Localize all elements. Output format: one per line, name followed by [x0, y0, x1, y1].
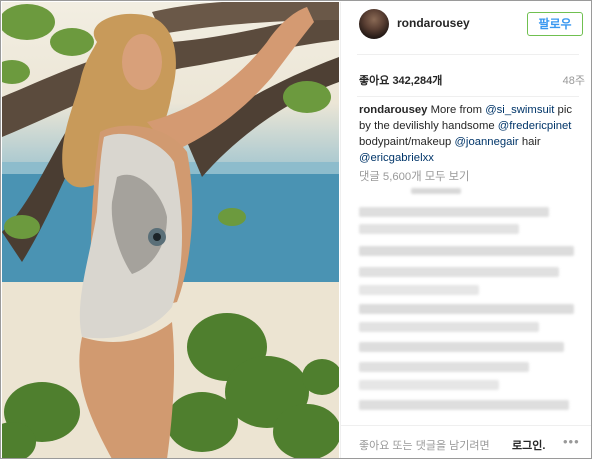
blurred-comment	[359, 246, 574, 256]
avatar[interactable]	[359, 9, 389, 39]
likes-divider	[357, 96, 579, 97]
login-link[interactable]: 로그인.	[512, 437, 545, 453]
post-caption: rondarousey More from @si_swimsuit pic b…	[359, 102, 585, 166]
mention-link[interactable]: @ericgabrielxx	[359, 152, 434, 164]
mention-link[interactable]: @si_swimsuit	[485, 104, 554, 116]
caption-text: hair	[518, 136, 541, 148]
likes-count: 342,284개	[392, 75, 443, 87]
view-all-comments-link[interactable]: 댓글 5,600개 모두 보기	[359, 168, 469, 184]
post-photo-illustration	[2, 2, 339, 458]
caption-username[interactable]: rondarousey	[359, 104, 427, 116]
post-header: rondarousey 팔로우	[341, 2, 591, 46]
caption-text: More from	[427, 104, 486, 116]
post-details-panel: rondarousey 팔로우 좋아요 342,284개 48주 rondaro…	[340, 2, 591, 458]
likes-summary[interactable]: 좋아요 342,284개	[359, 72, 442, 88]
mention-link[interactable]: @fredericpinet	[498, 120, 572, 132]
header-divider	[357, 54, 579, 55]
blurred-comment	[411, 188, 461, 194]
instagram-post: rondarousey 팔로우 좋아요 342,284개 48주 rondaro…	[0, 0, 592, 459]
swimsuit-eye-pupil	[153, 233, 161, 241]
blurred-comment	[359, 267, 559, 277]
blurred-comment	[359, 342, 564, 352]
blurred-comment	[359, 285, 479, 295]
blurred-comment	[359, 322, 539, 332]
header-username[interactable]: rondarousey	[397, 16, 470, 30]
follow-button[interactable]: 팔로우	[527, 12, 583, 36]
post-footer: 좋아요 또는 댓글을 남기려면 로그인. •••	[341, 425, 591, 458]
post-photo[interactable]	[2, 2, 339, 458]
login-prompt: 좋아요 또는 댓글을 남기려면	[359, 440, 490, 452]
blurred-comment	[359, 207, 549, 217]
caption-text: bodypaint/makeup	[359, 136, 455, 148]
blurred-comment	[359, 224, 519, 234]
likes-label: 좋아요	[359, 75, 390, 87]
mention-link[interactable]: @joannegair	[454, 136, 518, 148]
figure-face	[122, 34, 162, 90]
blurred-comment	[359, 304, 574, 314]
blurred-comment	[359, 400, 569, 410]
post-timestamp[interactable]: 48주	[563, 72, 585, 88]
blurred-comment	[359, 362, 529, 372]
blurred-comment	[359, 380, 499, 390]
ellipsis-icon[interactable]: •••	[563, 434, 585, 449]
likes-row: 좋아요 342,284개 48주	[359, 72, 585, 88]
